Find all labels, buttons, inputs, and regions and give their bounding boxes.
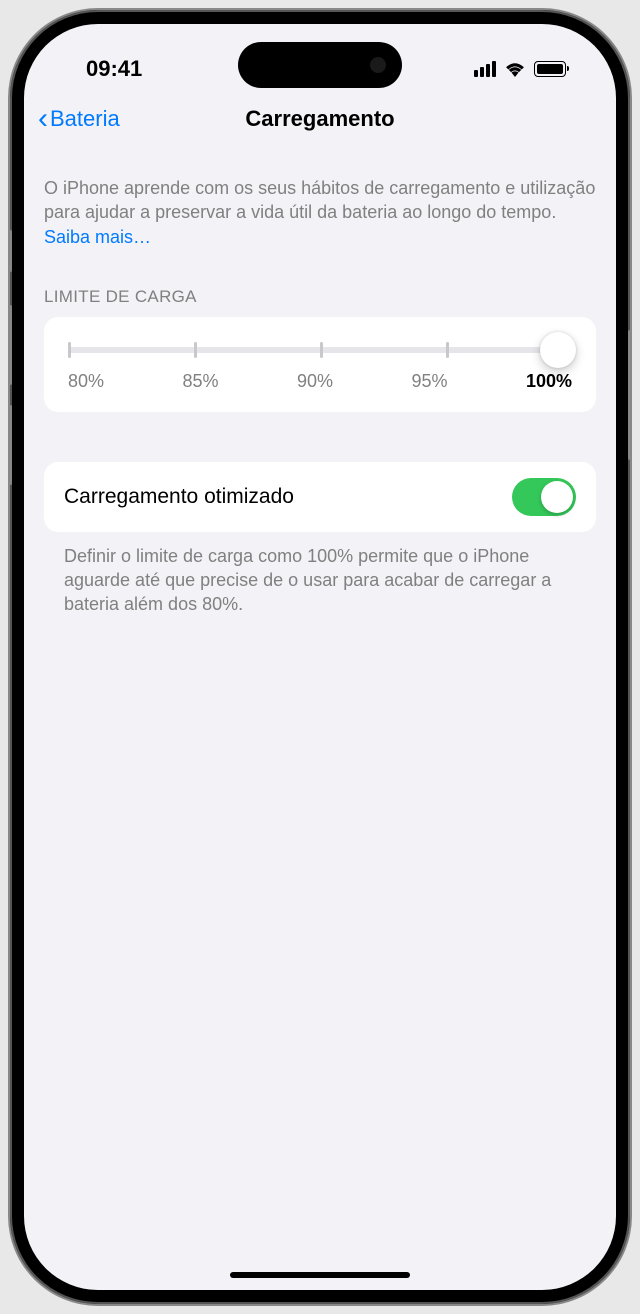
charge-limit-slider[interactable] xyxy=(68,347,572,353)
chevron-left-icon: ‹ xyxy=(38,104,48,134)
optimized-charging-label: Carregamento otimizado xyxy=(64,485,294,509)
description-text: O iPhone aprende com os seus hábitos de … xyxy=(24,148,616,249)
wifi-icon xyxy=(504,61,526,77)
navigation-bar: ‹ Bateria Carregamento xyxy=(24,90,616,148)
slider-label-95: 95% xyxy=(411,371,447,392)
slider-labels: 80% 85% 90% 95% 100% xyxy=(68,371,572,392)
battery-icon xyxy=(534,61,566,77)
slider-label-100: 100% xyxy=(526,371,572,392)
slider-label-85: 85% xyxy=(182,371,218,392)
home-indicator[interactable] xyxy=(230,1272,410,1278)
charge-limit-card: 80% 85% 90% 95% 100% xyxy=(44,317,596,412)
status-time: 09:41 xyxy=(86,56,142,82)
charge-limit-header: LIMITE DE CARGA xyxy=(24,249,616,317)
toggle-knob xyxy=(541,481,573,513)
slider-label-90: 90% xyxy=(297,371,333,392)
optimized-charging-row: Carregamento otimizado xyxy=(44,462,596,532)
slider-label-80: 80% xyxy=(68,371,104,392)
cellular-signal-icon xyxy=(474,61,496,77)
optimized-charging-toggle[interactable] xyxy=(512,478,576,516)
learn-more-link[interactable]: Saiba mais… xyxy=(44,227,151,247)
back-button[interactable]: ‹ Bateria xyxy=(38,104,120,134)
volume-up-button[interactable] xyxy=(8,305,12,385)
status-icons xyxy=(474,61,566,77)
volume-down-button[interactable] xyxy=(8,405,12,485)
footer-description: Definir o limite de carga como 100% perm… xyxy=(24,532,616,617)
screen: 09:41 ‹ Bateria Carregamento O iPho xyxy=(24,24,616,1290)
silent-switch[interactable] xyxy=(8,230,12,272)
page-title: Carregamento xyxy=(245,106,394,132)
slider-thumb[interactable] xyxy=(540,332,576,368)
dynamic-island xyxy=(238,42,402,88)
power-button[interactable] xyxy=(628,330,632,460)
back-label: Bateria xyxy=(50,106,120,132)
device-frame: 09:41 ‹ Bateria Carregamento O iPho xyxy=(10,10,630,1304)
